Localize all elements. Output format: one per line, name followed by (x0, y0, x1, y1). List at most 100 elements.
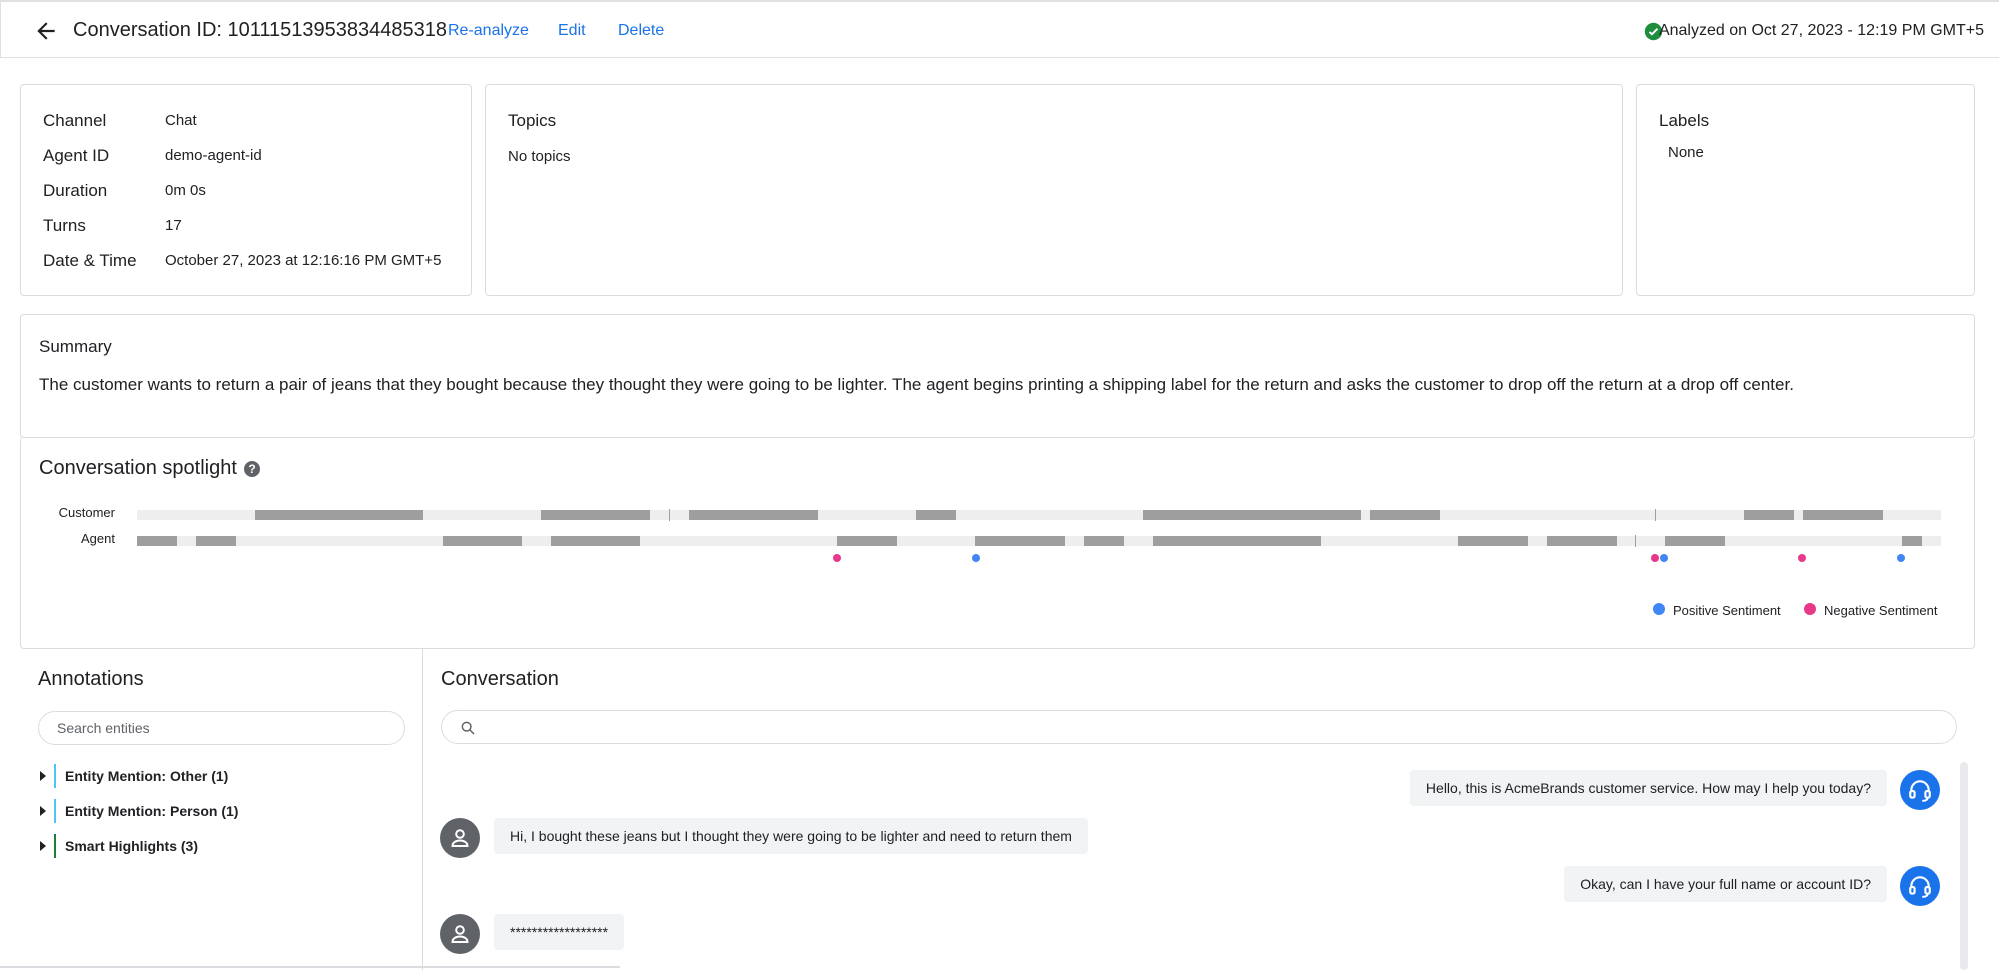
agent-turn[interactable] (1153, 536, 1321, 546)
conversation-scrollbar[interactable] (1960, 762, 1968, 970)
help-icon[interactable]: ? (244, 461, 260, 477)
channel-value: Chat (165, 112, 197, 129)
top-bar: Conversation ID: 10111513953834485318 Re… (0, 0, 1999, 58)
details-card: Channel Chat Agent ID demo-agent-id Dura… (20, 84, 472, 296)
positive-legend-label: Positive Sentiment (1673, 603, 1781, 618)
agent-message: Okay, can I have your full name or accou… (1564, 866, 1887, 902)
conversation-title: Conversation ID: 10111513953834485318 (73, 19, 448, 41)
annotation-entity-person[interactable]: Entity Mention: Person (1) (40, 799, 238, 823)
customer-turn[interactable] (1744, 510, 1794, 520)
negative-sentiment-marker[interactable] (1651, 554, 1659, 562)
labels-card: Labels None (1636, 84, 1975, 296)
annotation-color-bar (54, 799, 56, 823)
agent-turn[interactable] (1458, 536, 1528, 546)
customer-track-label: Customer (58, 505, 115, 520)
headset-icon (1909, 876, 1931, 898)
agent-track-label: Agent (81, 531, 115, 546)
entities-search-input[interactable] (39, 712, 404, 744)
agent-avatar (1900, 770, 1940, 810)
duration-value: 0m 0s (165, 182, 206, 199)
customer-turn[interactable] (255, 510, 423, 520)
summary-section: Summary The customer wants to return a p… (20, 314, 1975, 438)
person-icon (451, 925, 469, 943)
annotation-smart-highlights[interactable]: Smart Highlights (3) (40, 834, 198, 858)
conversation-search[interactable] (441, 710, 1957, 744)
annotation-label: Smart Highlights (3) (65, 838, 199, 854)
pane-divider (422, 648, 423, 970)
customer-tick (1655, 509, 1656, 521)
annotation-entity-other[interactable]: Entity Mention: Other (1) (40, 764, 228, 788)
back-arrow-icon[interactable] (33, 18, 59, 44)
agent-turn[interactable] (137, 536, 177, 546)
edit-button[interactable]: Edit (558, 22, 586, 40)
topics-card: Topics No topics (485, 84, 1623, 296)
spotlight-title: Conversation spotlight (39, 457, 237, 479)
customer-avatar (440, 818, 480, 858)
caret-right-icon[interactable] (40, 771, 46, 781)
positive-sentiment-marker[interactable] (1660, 554, 1668, 562)
agent-turn[interactable] (975, 536, 1065, 546)
agent-turn[interactable] (1665, 536, 1725, 546)
agent-turn[interactable] (1902, 536, 1922, 546)
agent-turn[interactable] (196, 536, 236, 546)
agent-turn[interactable] (443, 536, 522, 546)
caret-right-icon[interactable] (40, 806, 46, 816)
labels-title: Labels (1659, 111, 1710, 130)
customer-turn[interactable] (541, 510, 650, 520)
summary-title: Summary (39, 337, 112, 356)
customer-turn[interactable] (1143, 510, 1361, 520)
topics-text: No topics (508, 148, 571, 165)
caret-right-icon[interactable] (40, 841, 46, 851)
positive-sentiment-marker[interactable] (1897, 554, 1905, 562)
agent-track (137, 535, 1941, 547)
spotlight-section: Conversation spotlight ? Customer Agent (20, 437, 1975, 649)
reanalyze-button[interactable]: Re-analyze (448, 22, 529, 40)
headset-icon (1909, 780, 1931, 802)
conversation-title: Conversation (441, 668, 559, 690)
labels-text: None (1668, 144, 1704, 161)
agent-message: Hello, this is AcmeBrands customer servi… (1409, 770, 1887, 806)
annotation-color-bar (54, 764, 56, 788)
negative-legend-label: Negative Sentiment (1824, 603, 1938, 618)
datetime-label: Date & Time (43, 251, 137, 270)
entities-search[interactable] (38, 711, 405, 745)
search-icon (461, 721, 475, 735)
channel-label: Channel (43, 111, 107, 130)
annotation-label: Entity Mention: Person (1) (65, 803, 239, 819)
agent-turn[interactable] (1547, 536, 1617, 546)
customer-message: ****************** (494, 914, 625, 950)
customer-tick (669, 509, 670, 521)
datetime-value: October 27, 2023 at 12:16:16 PM GMT+5 (165, 252, 442, 269)
customer-turn[interactable] (916, 510, 956, 520)
analyzed-status: Analyzed on Oct 27, 2023 - 12:19 PM GMT+… (1658, 22, 1984, 39)
negative-sentiment-marker[interactable] (833, 554, 841, 562)
customer-track (137, 509, 1941, 521)
negative-legend-swatch (1804, 603, 1816, 615)
agent-id-label: Agent ID (43, 146, 110, 165)
positive-sentiment-marker[interactable] (972, 554, 980, 562)
agent-avatar (1900, 866, 1940, 906)
bottom-rule (0, 966, 620, 968)
customer-avatar (440, 914, 480, 954)
agent-turn[interactable] (551, 536, 640, 546)
positive-legend-swatch (1653, 603, 1665, 615)
agent-turn[interactable] (837, 536, 897, 546)
annotations-title: Annotations (38, 668, 144, 690)
annotation-label: Entity Mention: Other (1) (65, 768, 229, 784)
agent-turn[interactable] (1084, 536, 1124, 546)
customer-message: Hi, I bought these jeans but I thought t… (494, 818, 1088, 854)
customer-turn[interactable] (1370, 510, 1440, 520)
person-icon (451, 829, 469, 847)
turns-value: 17 (165, 217, 182, 234)
annotation-color-bar (54, 834, 56, 858)
delete-button[interactable]: Delete (618, 22, 664, 40)
conversation-search-input[interactable] (442, 711, 1956, 743)
customer-turn[interactable] (1803, 510, 1883, 520)
topics-title: Topics (508, 111, 557, 130)
turns-label: Turns (43, 216, 86, 235)
duration-label: Duration (43, 181, 108, 200)
negative-sentiment-marker[interactable] (1798, 554, 1806, 562)
agent-id-value: demo-agent-id (165, 147, 262, 164)
agent-tick (1635, 535, 1636, 547)
customer-turn[interactable] (689, 510, 818, 520)
